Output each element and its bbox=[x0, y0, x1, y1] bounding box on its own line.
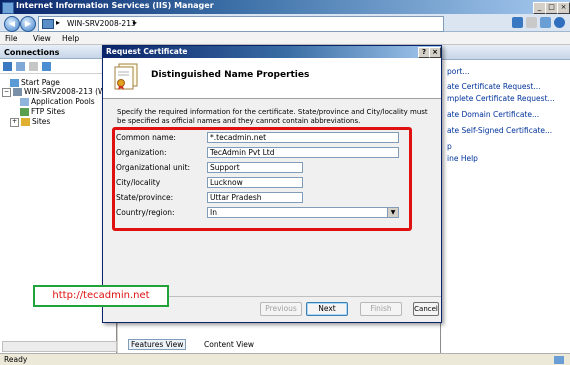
collapse-icon[interactable]: − bbox=[2, 87, 11, 97]
dialog-close-button[interactable]: × bbox=[429, 47, 441, 58]
action-create-domain-certificate[interactable]: ate Domain Certificate... bbox=[447, 110, 539, 119]
next-button[interactable]: Next bbox=[306, 302, 348, 316]
instructions-text: Specify the required information for the… bbox=[117, 108, 428, 125]
network-icon bbox=[554, 356, 564, 364]
start-page-icon bbox=[10, 79, 19, 87]
sites-folder-icon bbox=[21, 118, 30, 126]
home-icon[interactable] bbox=[540, 17, 551, 28]
address-toolbar: ◀ ▶ ▸ WIN-SRV2008-213 ▸ bbox=[0, 14, 570, 32]
connections-toolbar bbox=[0, 60, 117, 74]
iis-app-icon bbox=[2, 2, 14, 14]
server-icon bbox=[13, 88, 22, 96]
connections-header: Connections bbox=[0, 45, 117, 59]
actions-header bbox=[441, 45, 570, 60]
menu-bar: File View Help bbox=[0, 32, 570, 45]
tree-item-start-page[interactable]: Start Page bbox=[10, 78, 60, 87]
highlight-box bbox=[112, 127, 412, 231]
action-import[interactable]: port... bbox=[447, 67, 470, 76]
tree-item-server[interactable]: − WIN-SRV2008-213 (WI bbox=[2, 87, 108, 97]
dialog-header: Distinguished Name Properties bbox=[103, 58, 441, 99]
content-view-tab[interactable]: Content View bbox=[204, 340, 254, 349]
application-pools-icon bbox=[20, 98, 29, 106]
server-icon bbox=[42, 19, 54, 29]
tree-item-sites[interactable]: + Sites bbox=[10, 117, 50, 127]
menu-help[interactable]: Help bbox=[62, 34, 79, 43]
view-switcher: Features View Content View bbox=[122, 337, 322, 351]
tree-item-application-pools[interactable]: Application Pools bbox=[20, 97, 95, 106]
breadcrumb-separator-icon: ▸ bbox=[56, 18, 61, 27]
dialog-title-bar: Request Certificate ? × bbox=[103, 46, 441, 58]
back-arrow-icon[interactable]: ◀ bbox=[4, 16, 20, 32]
save-icon[interactable] bbox=[16, 62, 25, 71]
breadcrumb-chevron-icon[interactable]: ▸ bbox=[133, 18, 137, 27]
action-complete-certificate-request[interactable]: mplete Certificate Request... bbox=[447, 94, 555, 103]
address-bar[interactable]: ▸ WIN-SRV2008-213 ▸ bbox=[38, 16, 444, 32]
help-icon[interactable] bbox=[554, 17, 565, 28]
forward-arrow-icon[interactable]: ▶ bbox=[20, 16, 36, 32]
ftp-sites-icon bbox=[20, 108, 29, 116]
status-text: Ready bbox=[4, 355, 28, 364]
finish-button[interactable]: Finish bbox=[360, 302, 402, 316]
certificate-icon bbox=[114, 63, 138, 90]
tree-item-ftp-sites[interactable]: FTP Sites bbox=[20, 107, 65, 116]
menu-file[interactable]: File bbox=[5, 34, 18, 43]
close-window-button[interactable]: × bbox=[557, 2, 570, 14]
dialog-heading: Distinguished Name Properties bbox=[151, 70, 310, 80]
window-title-bar: Internet Information Services (IIS) Mana… bbox=[0, 0, 570, 14]
stop-icon[interactable] bbox=[526, 17, 537, 28]
action-help[interactable]: p bbox=[447, 142, 452, 151]
actions-pane: port... ate Certificate Request... mplet… bbox=[440, 45, 570, 353]
menu-view[interactable]: View bbox=[33, 34, 51, 43]
previous-button[interactable]: Previous bbox=[260, 302, 302, 316]
address-path[interactable]: WIN-SRV2008-213 bbox=[67, 19, 136, 28]
cancel-button[interactable]: Cancel bbox=[413, 302, 439, 316]
action-create-certificate-request[interactable]: ate Certificate Request... bbox=[447, 82, 541, 91]
up-icon[interactable] bbox=[29, 62, 38, 71]
dialog-title: Request Certificate bbox=[106, 47, 188, 56]
watermark-url: http://tecadmin.net bbox=[33, 285, 169, 307]
window-title: Internet Information Services (IIS) Mana… bbox=[16, 1, 214, 10]
status-bar: Ready bbox=[0, 353, 570, 365]
horizontal-scrollbar[interactable] bbox=[2, 341, 117, 352]
connect-icon[interactable] bbox=[512, 17, 523, 28]
action-create-self-signed-certificate[interactable]: ate Self-Signed Certificate... bbox=[447, 126, 552, 135]
connect-server-icon[interactable] bbox=[3, 62, 12, 71]
action-online-help[interactable]: ine Help bbox=[447, 154, 478, 163]
expand-icon[interactable]: + bbox=[10, 117, 19, 127]
features-view-tab[interactable]: Features View bbox=[128, 339, 187, 350]
disconnect-icon[interactable] bbox=[42, 62, 51, 71]
